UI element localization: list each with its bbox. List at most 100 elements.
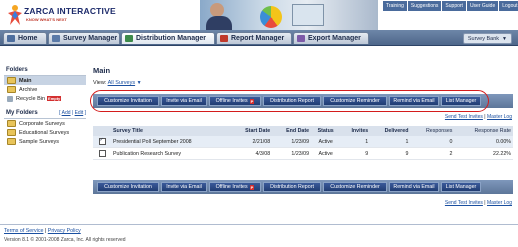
view-label: View: (93, 80, 107, 86)
responses-cell: 2 (410, 147, 455, 160)
logo-figure-icon (8, 5, 22, 25)
customize-invitation-button[interactable]: Customize Invitation (97, 182, 159, 192)
footer-divider (0, 224, 518, 225)
empty-bin-badge[interactable]: Empty (47, 96, 62, 101)
view-select[interactable]: All Surveys (108, 80, 136, 86)
table-row[interactable]: Presidential Poll September 2008 2/21/08… (93, 136, 513, 148)
col-start-date[interactable]: Start Date (230, 126, 273, 136)
invites-cell: 1 (340, 136, 371, 148)
premium-badge: P (249, 184, 255, 190)
offline-invites-button[interactable]: Offline Invites P (209, 182, 261, 192)
brand-tagline: KNOW WHAT'S NEXT (26, 17, 67, 22)
col-end-date[interactable]: End Date (272, 126, 312, 136)
col-invites[interactable]: Invites (340, 126, 371, 136)
sidebar-item-main[interactable]: Main (4, 76, 86, 85)
distribution-icon (125, 35, 133, 42)
copyright-text: Version 8.1 © 2001-2008 Zarca, Inc. All … (4, 237, 126, 243)
tab-report-manager-label: Report Manager (231, 35, 285, 42)
distribution-report-button[interactable]: Distribution Report (263, 182, 321, 192)
chevron-down-icon: ▼ (502, 35, 507, 42)
sidebar-item-educational-surveys[interactable]: Educational Surveys (4, 128, 86, 137)
header: ZARCA INTERACTIVE KNOW WHAT'S NEXT Train… (0, 0, 518, 30)
row-checkbox[interactable] (98, 137, 106, 145)
folder-icon (7, 120, 16, 127)
folder-icon (7, 77, 16, 84)
tab-export-manager-label: Export Manager (308, 35, 361, 42)
edit-folder-link[interactable]: Edit (75, 110, 84, 116)
delivered-cell: 1 (370, 136, 411, 148)
logout-link[interactable]: Logout (499, 1, 518, 11)
delivered-cell: 9 (370, 147, 411, 160)
my-folders-title: My Folders (6, 110, 38, 116)
tab-survey-manager[interactable]: Survey Manager (48, 32, 120, 44)
customize-reminder-button[interactable]: Customize Reminder (323, 182, 387, 192)
sidebar-item-archive[interactable]: Archive (4, 85, 86, 94)
invite-via-email-button[interactable]: Invite via Email (161, 182, 207, 192)
list-manager-button[interactable]: List Manager (441, 182, 481, 192)
terms-of-service-link[interactable]: Terms of Service (4, 228, 43, 234)
status-cell: Active (311, 136, 341, 148)
row-checkbox[interactable] (98, 150, 106, 157)
send-test-invites-link[interactable]: Send Test Invites (445, 114, 483, 120)
folder-icon (7, 138, 16, 145)
tab-distribution-manager[interactable]: Distribution Manager (121, 32, 215, 44)
sidebar-item-label: Corporate Surveys (19, 120, 65, 127)
header-banner-image (200, 0, 378, 30)
master-log-link[interactable]: Master Log (487, 114, 512, 120)
tab-home[interactable]: Home (3, 32, 47, 44)
action-toolbar-bottom: Customize Invitation Invite via Email Of… (93, 180, 513, 194)
end-date-cell: 1/23/09 (272, 147, 312, 160)
sidebar-item-corporate-surveys[interactable]: Corporate Surveys (4, 119, 86, 128)
col-delivered[interactable]: Delivered (370, 126, 411, 136)
folders-heading: Folders (4, 66, 86, 76)
support-link[interactable]: Support (442, 1, 466, 11)
logo[interactable]: ZARCA INTERACTIVE KNOW WHAT'S NEXT (4, 4, 116, 26)
pie-chart-icon (260, 6, 282, 28)
col-survey-title[interactable]: Survey Title (111, 126, 231, 136)
tab-export-manager[interactable]: Export Manager (293, 32, 369, 44)
survey-title-cell[interactable]: Presidential Poll September 2008 (111, 136, 231, 148)
report-icon (220, 35, 228, 42)
export-icon (297, 35, 305, 42)
survey-table: Survey Title Start Date End Date Status … (93, 126, 513, 160)
remind-via-email-button[interactable]: Remind via Email (389, 182, 439, 192)
view-filter: View: All Surveys ▼ (93, 80, 142, 86)
training-link[interactable]: Training (383, 1, 407, 11)
suggestions-link[interactable]: Suggestions (407, 1, 442, 11)
page-title: Main (93, 66, 111, 75)
table-row[interactable]: Publication Research Survey 4/3/08 1/23/… (93, 147, 513, 160)
send-test-invites-link[interactable]: Send Test Invites (445, 200, 483, 206)
sidebar-item-sample-surveys[interactable]: Sample Surveys (4, 137, 86, 146)
response-rate-cell: 0.00% (454, 136, 513, 148)
footer-links: Terms of Service | Privacy Policy (4, 228, 81, 234)
col-response-rate[interactable]: Response Rate (454, 126, 513, 136)
col-responses[interactable]: Responses (410, 126, 455, 136)
sidebar: Folders Main Archive Recycle Bin Empty M… (4, 66, 86, 146)
sidebar-item-label: Educational Surveys (19, 129, 70, 136)
col-status[interactable]: Status (311, 126, 341, 136)
status-cell: Active (311, 147, 341, 160)
tab-survey-manager-label: Survey Manager (63, 35, 118, 42)
add-folder-link[interactable]: Add (62, 110, 71, 116)
home-icon (7, 35, 15, 42)
sidebar-item-label: Sample Surveys (19, 138, 60, 145)
user-guide-link[interactable]: User Guide (466, 1, 499, 11)
survey-bank-dropdown[interactable]: Survey Bank ▼ (462, 33, 512, 44)
folder-icon (7, 129, 16, 136)
tab-report-manager[interactable]: Report Manager (216, 32, 292, 44)
privacy-policy-link[interactable]: Privacy Policy (48, 228, 81, 234)
survey-title-cell[interactable]: Publication Research Survey (111, 147, 231, 160)
end-date-cell: 1/23/09 (272, 136, 312, 148)
sidebar-item-label: Archive (19, 86, 38, 93)
my-folders-actions: [ Add | Edit ] (59, 110, 86, 116)
recycle-bin-icon (7, 95, 13, 102)
chevron-down-icon[interactable]: ▼ (137, 80, 142, 86)
main-tab-bar: Home Survey Manager Distribution Manager… (0, 30, 518, 46)
start-date-cell: 4/3/08 (230, 147, 273, 160)
tab-home-label: Home (18, 35, 38, 42)
brand-name: ZARCA INTERACTIVE (24, 6, 116, 16)
sidebar-item-label: Recycle Bin (16, 95, 46, 102)
sidebar-item-recycle-bin[interactable]: Recycle Bin Empty (4, 94, 86, 103)
master-log-link[interactable]: Master Log (487, 200, 512, 206)
response-rate-cell: 22.22% (454, 147, 513, 160)
